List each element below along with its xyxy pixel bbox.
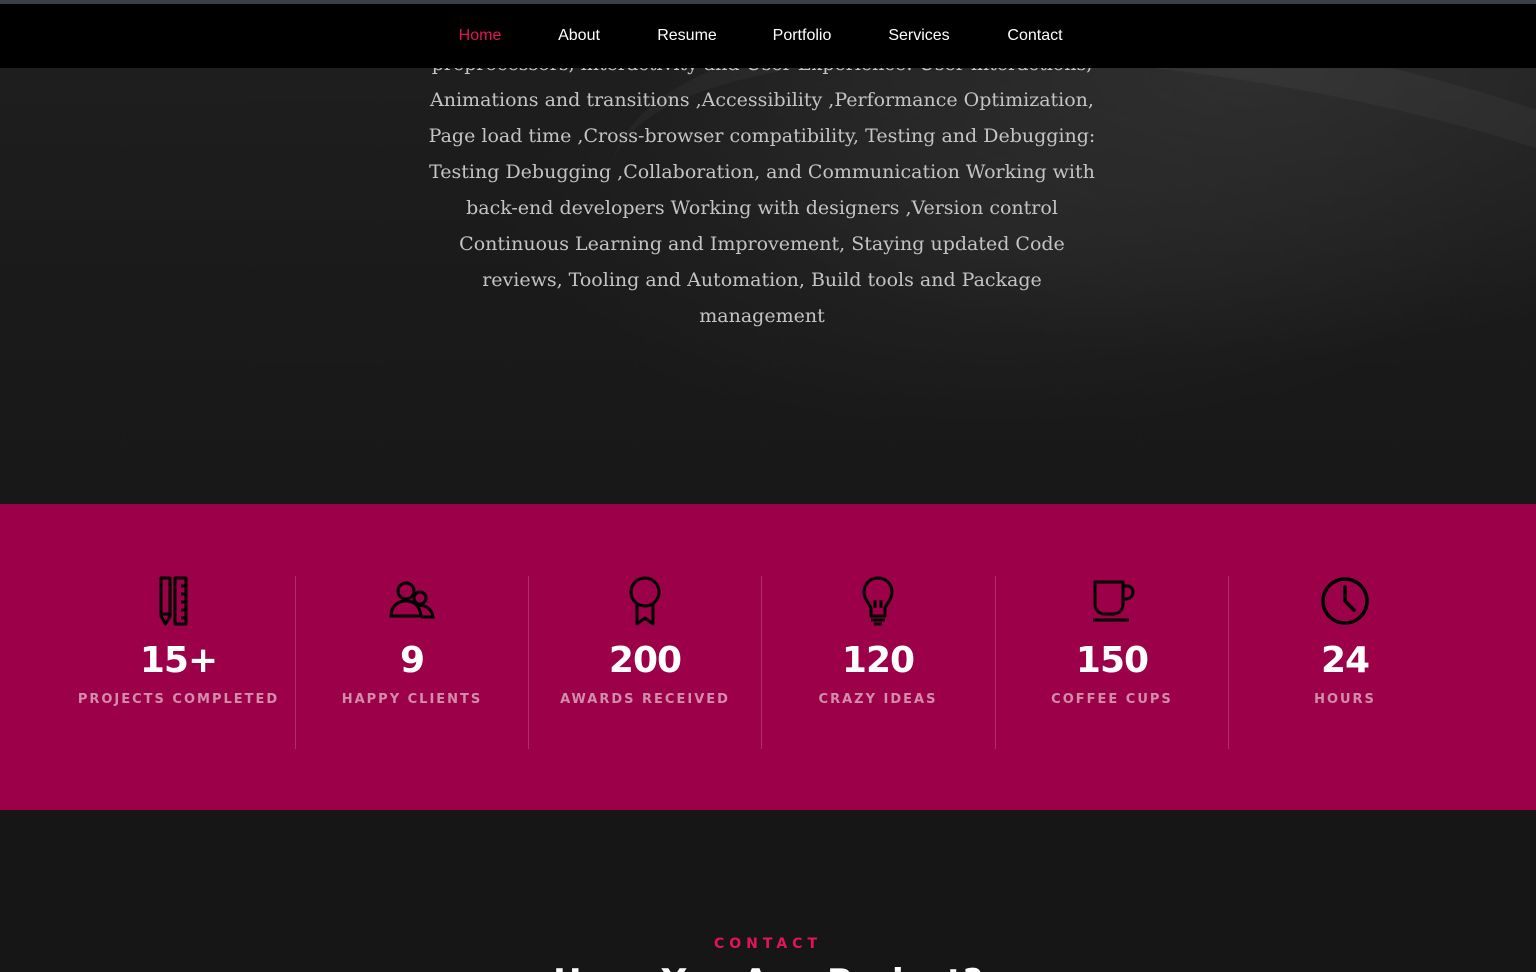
hero-section: preprocessors, interactivity and User Ex… [0, 4, 1536, 504]
users-icon [387, 576, 437, 626]
stat-awards: 200 AWARDS RECEIVED [528, 576, 761, 749]
stat-hours: 24 HOURS [1228, 576, 1461, 749]
stat-value: 24 [1320, 640, 1370, 681]
nav-item-home[interactable]: Home [459, 25, 502, 47]
stats-section: 15+ PROJECTS COMPLETED 9 HAPPY CLIENTS 2… [0, 504, 1536, 810]
stat-clients: 9 HAPPY CLIENTS [295, 576, 528, 749]
stat-value: 15+ [139, 640, 218, 681]
stat-ideas: 120 CRAZY IDEAS [761, 576, 994, 749]
award-icon [620, 576, 670, 626]
stat-value: 9 [399, 640, 425, 681]
stat-label: AWARDS RECEIVED [560, 692, 730, 707]
contact-title: Have You Any Project? [0, 962, 1536, 972]
stat-value: 150 [1075, 640, 1149, 681]
nav-item-resume[interactable]: Resume [657, 25, 717, 47]
stat-projects: 15+ PROJECTS COMPLETED [62, 576, 295, 749]
nav-item-about[interactable]: About [558, 25, 600, 47]
stat-label: CRAZY IDEAS [818, 692, 938, 707]
clock-icon [1320, 576, 1370, 626]
lightbulb-icon [853, 576, 903, 626]
stat-label: PROJECTS COMPLETED [77, 692, 280, 707]
nav-item-contact[interactable]: Contact [1007, 25, 1062, 47]
nav-item-services[interactable]: Services [888, 25, 949, 47]
stat-label: HOURS [1314, 692, 1376, 707]
stat-value: 120 [841, 640, 915, 681]
top-navigation: Home About Resume Portfolio Services Con… [0, 4, 1536, 68]
stat-label: COFFEE CUPS [1051, 692, 1173, 707]
nav-item-portfolio[interactable]: Portfolio [773, 25, 832, 47]
stat-value: 200 [608, 640, 682, 681]
stat-label: HAPPY CLIENTS [341, 692, 483, 707]
pencil-ruler-icon [154, 576, 204, 626]
contact-eyebrow: CONTACT [713, 936, 822, 952]
hero-description: preprocessors, interactivity and User Ex… [428, 53, 1096, 327]
coffee-cup-icon [1087, 576, 1137, 626]
contact-title-wrapper: Have You Any Project? [0, 962, 1536, 972]
stat-coffee: 150 COFFEE CUPS [995, 576, 1228, 749]
